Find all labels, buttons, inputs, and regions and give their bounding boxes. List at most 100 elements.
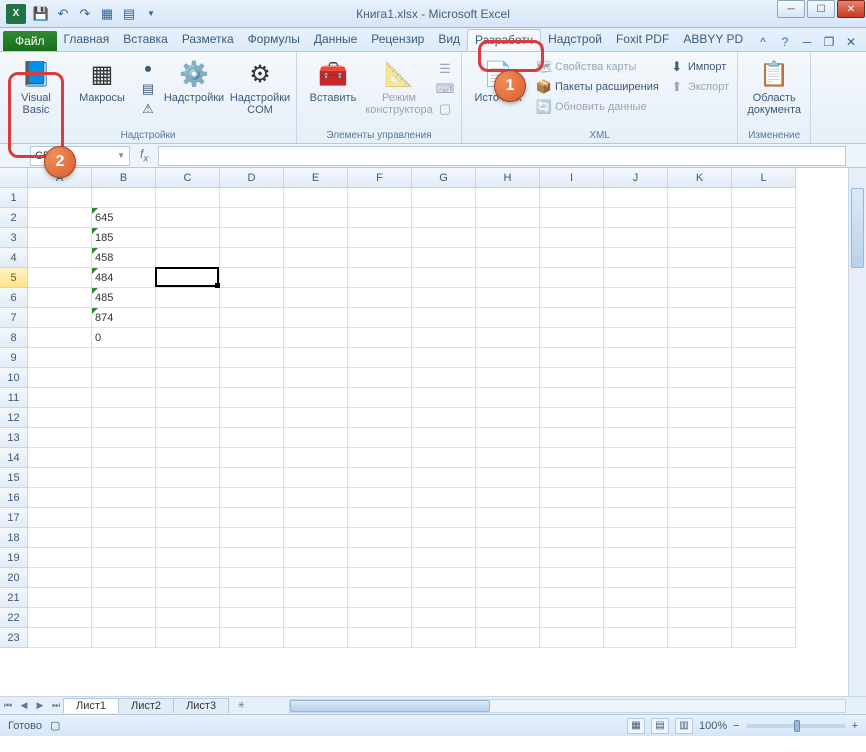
cell[interactable] <box>732 368 796 388</box>
cell[interactable] <box>284 188 348 208</box>
cell[interactable] <box>732 588 796 608</box>
cell[interactable] <box>476 408 540 428</box>
cell[interactable] <box>28 388 92 408</box>
ribbon-tab[interactable]: Вид <box>431 29 467 51</box>
cell[interactable] <box>284 348 348 368</box>
file-tab[interactable]: Файл <box>3 31 57 51</box>
map-props-button[interactable]: 🗺Свойства карты <box>534 58 661 76</box>
cell[interactable]: 0 <box>92 328 156 348</box>
row-header[interactable]: 12 <box>0 408 28 428</box>
macros-button[interactable]: ▦ Макросы <box>72 56 132 106</box>
zoom-slider-thumb[interactable] <box>794 720 800 732</box>
cell[interactable] <box>732 248 796 268</box>
cell[interactable] <box>412 568 476 588</box>
cell[interactable] <box>220 388 284 408</box>
cell[interactable] <box>348 488 412 508</box>
cell[interactable] <box>540 348 604 368</box>
cell[interactable] <box>348 428 412 448</box>
cell[interactable] <box>220 448 284 468</box>
row-header[interactable]: 4 <box>0 248 28 268</box>
save-icon[interactable]: 💾 <box>32 5 50 23</box>
cell[interactable] <box>604 448 668 468</box>
cell[interactable] <box>668 248 732 268</box>
cell[interactable] <box>348 508 412 528</box>
cell[interactable] <box>156 268 220 288</box>
sheet-tab[interactable]: Лист2 <box>118 698 174 713</box>
sheet-nav-first[interactable]: ⏮ <box>0 698 16 714</box>
column-header[interactable]: C <box>156 168 220 188</box>
cell[interactable] <box>540 528 604 548</box>
column-header[interactable]: E <box>284 168 348 188</box>
cell[interactable] <box>604 568 668 588</box>
cell[interactable] <box>668 448 732 468</box>
cell[interactable] <box>28 628 92 648</box>
workbook-minimize-icon[interactable]: ─ <box>798 33 816 51</box>
cell[interactable] <box>156 588 220 608</box>
cell[interactable] <box>412 508 476 528</box>
cell[interactable] <box>284 308 348 328</box>
ribbon-tab[interactable]: ABBYY PD <box>676 29 750 51</box>
cell[interactable] <box>476 208 540 228</box>
cell[interactable] <box>732 408 796 428</box>
cell[interactable] <box>412 368 476 388</box>
cell[interactable] <box>92 388 156 408</box>
cell[interactable] <box>92 188 156 208</box>
cell[interactable] <box>156 508 220 528</box>
cell[interactable] <box>220 248 284 268</box>
cell[interactable] <box>668 268 732 288</box>
cell[interactable]: 485 <box>92 288 156 308</box>
ribbon-tab[interactable]: Foxit PDF <box>609 29 676 51</box>
cell[interactable] <box>28 328 92 348</box>
cell[interactable] <box>220 508 284 528</box>
cell[interactable] <box>668 308 732 328</box>
cell[interactable] <box>732 268 796 288</box>
cell[interactable] <box>732 628 796 648</box>
cell[interactable] <box>156 228 220 248</box>
cell[interactable] <box>412 268 476 288</box>
cell[interactable] <box>348 328 412 348</box>
cell[interactable] <box>92 468 156 488</box>
cell[interactable] <box>732 528 796 548</box>
cell[interactable] <box>348 448 412 468</box>
cell[interactable] <box>668 208 732 228</box>
redo-icon[interactable]: ↷ <box>76 5 94 23</box>
cell[interactable] <box>412 348 476 368</box>
cell[interactable] <box>732 608 796 628</box>
refresh-data-button[interactable]: 🔄Обновить данные <box>534 98 661 116</box>
zoom-level[interactable]: 100% <box>699 720 727 732</box>
cell[interactable] <box>604 188 668 208</box>
horizontal-scrollbar[interactable] <box>289 699 846 713</box>
column-header[interactable]: I <box>540 168 604 188</box>
view-code-button[interactable]: ⌨ <box>435 80 455 98</box>
cell[interactable] <box>732 388 796 408</box>
cell[interactable] <box>220 528 284 548</box>
row-header[interactable]: 16 <box>0 488 28 508</box>
cell[interactable] <box>348 568 412 588</box>
cell[interactable] <box>348 468 412 488</box>
cell[interactable] <box>92 508 156 528</box>
cell[interactable] <box>348 388 412 408</box>
export-button[interactable]: ⬆Экспорт <box>667 78 731 96</box>
cell[interactable] <box>156 608 220 628</box>
cell[interactable] <box>348 628 412 648</box>
sheet-nav-prev[interactable]: ◀ <box>16 698 32 714</box>
cell[interactable] <box>476 428 540 448</box>
qat-dropdown-icon[interactable]: ▼ <box>142 5 160 23</box>
cell[interactable] <box>156 328 220 348</box>
cell[interactable] <box>476 288 540 308</box>
cell[interactable] <box>284 468 348 488</box>
row-header[interactable]: 21 <box>0 588 28 608</box>
row-header[interactable]: 19 <box>0 548 28 568</box>
cell[interactable] <box>540 608 604 628</box>
cell[interactable] <box>412 188 476 208</box>
cell[interactable] <box>156 308 220 328</box>
close-button[interactable]: ✕ <box>837 0 865 18</box>
row-header[interactable]: 22 <box>0 608 28 628</box>
cell[interactable] <box>604 348 668 368</box>
cell[interactable] <box>220 628 284 648</box>
cell[interactable] <box>668 228 732 248</box>
cell[interactable] <box>668 428 732 448</box>
cell[interactable] <box>540 448 604 468</box>
sheet-tab[interactable]: Лист3 <box>173 698 229 713</box>
cell[interactable]: 645 <box>92 208 156 228</box>
